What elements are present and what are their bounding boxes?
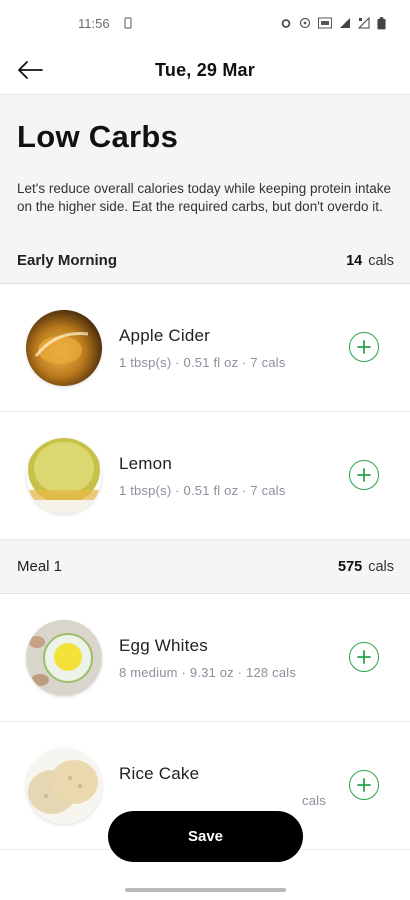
alarm-icon [281,19,291,28]
back-button[interactable] [14,55,46,85]
plus-icon [357,649,371,664]
app-header: Tue, 29 Mar [0,46,410,95]
section-header-early-morning: Early Morning 14 cals [0,238,410,284]
plus-icon [357,777,371,792]
plus-icon [357,467,371,482]
food-item-lemon[interactable]: Lemon 1 tbsp(s) · 0.51 fl oz · 7 cals [0,412,410,540]
lemon-image [26,437,102,514]
status-time: 11:56 [78,15,110,31]
volte-icon [318,17,332,29]
add-rice-cake-button[interactable] [349,769,379,800]
status-left: 11:56 [78,16,134,31]
status-icons [280,16,386,30]
section-name: Meal 1 [17,558,63,575]
section-calories: 575 cals [338,559,394,575]
status-bar: 11:56 [0,0,410,46]
food-item-egg-whites[interactable]: Egg Whites 8 medium · 9.31 oz · 128 cals [0,594,410,722]
section-calories-value: 575 [338,558,363,575]
save-button[interactable]: Save [108,811,303,862]
plan-description: Let's reduce overall calories today whil… [17,181,392,214]
section-calories-unit: cals [368,558,394,575]
battery-icon [377,16,386,29]
apple-cider-image [26,309,102,386]
data-signal-icon [358,17,370,29]
section-calories-unit: cals [368,252,394,269]
food-item-apple-cider[interactable]: Apple Cider 1 tbsp(s) · 0.51 fl oz · 7 c… [0,284,410,412]
add-lemon-button[interactable] [349,459,379,490]
section-calories: 14 cals [346,253,394,269]
plus-icon [357,339,371,354]
egg-whites-image [26,619,102,696]
date-title: Tue, 29 Mar [155,59,255,80]
add-egg-whites-button[interactable] [349,641,379,672]
add-apple-cider-button[interactable] [349,331,379,362]
section-header-meal-1: Meal 1 575 cals [0,540,410,594]
section-calories-value: 14 [346,252,363,269]
section-name: Early Morning [17,252,118,269]
hotspot-icon [299,17,311,29]
sim-card-icon [123,17,132,29]
plan-intro: Low Carbs Let's reduce overall calories … [0,95,410,238]
plan-title: Low Carbs [17,119,179,154]
signal-icon [340,18,350,28]
home-indicator[interactable] [125,888,286,892]
arrow-left-icon [18,61,43,79]
rice-cake-image [26,747,102,824]
